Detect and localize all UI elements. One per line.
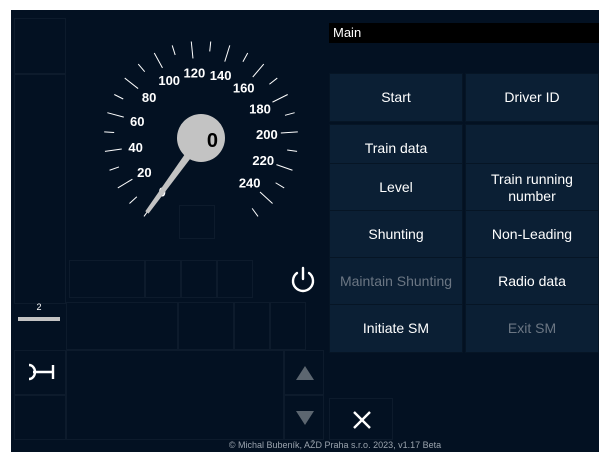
- speed-major-tick: [259, 191, 273, 204]
- scroll-down-button[interactable]: [284, 395, 324, 440]
- speed-major-tick: [117, 178, 133, 189]
- current-speed-value: 0: [207, 130, 218, 152]
- speed-major-tick: [124, 77, 139, 89]
- arrow-up-icon: [296, 366, 314, 380]
- speed-label: 220: [252, 153, 274, 168]
- speed-major-tick: [276, 164, 293, 171]
- speed-major-tick: [224, 45, 231, 62]
- speed-label: 60: [130, 114, 144, 129]
- non-leading-button[interactable]: Non-Leading: [465, 210, 599, 259]
- speed-major-tick: [104, 148, 122, 152]
- start-button[interactable]: Start: [329, 73, 463, 122]
- area-a2: [14, 74, 66, 304]
- speed-major-tick: [272, 94, 288, 103]
- speed-label: 20: [137, 165, 151, 180]
- area-a1: [14, 18, 66, 74]
- speed-major-tick: [107, 112, 124, 118]
- area-d-cell-1: [66, 302, 178, 350]
- speed-label: 200: [256, 127, 278, 142]
- speed-minor-tick: [251, 208, 259, 217]
- speed-minor-tick: [287, 149, 298, 152]
- area-d-cell-3: [234, 302, 270, 350]
- speed-major-tick: [252, 63, 265, 78]
- area-c-cell-2: [145, 260, 181, 298]
- speed-minor-tick: [209, 41, 212, 52]
- speed-minor-tick: [114, 94, 124, 100]
- speed-minor-tick: [171, 45, 176, 56]
- speed-major-tick: [153, 52, 163, 69]
- speed-label: 40: [128, 140, 142, 155]
- initiate-sm-button[interactable]: Initiate SM: [329, 304, 463, 353]
- power-icon[interactable]: [288, 265, 318, 295]
- speed-minor-tick: [137, 63, 146, 72]
- area-d-cell-4: [270, 302, 306, 350]
- speed-label: 240: [239, 176, 261, 191]
- speed-minor-tick: [284, 112, 295, 116]
- close-button[interactable]: [329, 398, 393, 440]
- speed-minor-tick: [269, 77, 278, 85]
- distance-bar: [18, 317, 60, 321]
- area-b-cell: [179, 205, 215, 239]
- speed-major-tick: [190, 41, 194, 59]
- text-message-area: [66, 350, 284, 440]
- speed-label: 140: [210, 68, 232, 83]
- radio-data-button[interactable]: Radio data: [465, 257, 599, 306]
- menu-title-bar: Main: [329, 23, 599, 43]
- copyright-footer: © Michal Bubeník, AŽD Praha s.r.o. 2023,…: [228, 440, 442, 450]
- coupler-icon: [28, 363, 55, 381]
- driver-id-button[interactable]: Driver ID: [465, 73, 599, 122]
- speed-minor-tick: [129, 196, 138, 204]
- area-c-cell-3: [181, 260, 217, 298]
- distance-scale-label: 2: [36, 302, 42, 312]
- speed-label: 80: [142, 90, 156, 105]
- coupler-cell: [14, 350, 66, 395]
- speed-major-tick: [280, 131, 298, 134]
- speed-minor-tick: [104, 131, 115, 134]
- speed-minor-tick: [275, 182, 285, 189]
- speed-minor-tick: [242, 52, 249, 63]
- speed-label: 180: [249, 101, 271, 116]
- maintain-shunting-button[interactable]: Maintain Shunting: [329, 257, 463, 306]
- speed-label: 160: [233, 81, 255, 96]
- scroll-up-button[interactable]: [284, 350, 324, 395]
- train-running-number-button[interactable]: Train running number: [465, 163, 599, 212]
- shunting-button[interactable]: Shunting: [329, 210, 463, 259]
- arrow-down-icon: [296, 411, 314, 425]
- level-button[interactable]: Level: [329, 163, 463, 212]
- menu-title: Main: [333, 25, 362, 40]
- area-c-cell-4: [217, 260, 253, 298]
- speed-label: 100: [158, 73, 180, 88]
- area-e-cell: [14, 395, 66, 440]
- speed-label: 120: [184, 65, 206, 80]
- dmi-screen: 020406080100120140160180200220240 0 2: [11, 10, 599, 452]
- speed-minor-tick: [109, 166, 120, 171]
- area-c-cell-1: [69, 260, 145, 298]
- exit-sm-button[interactable]: Exit SM: [465, 304, 599, 353]
- area-d-cell-2: [178, 302, 234, 350]
- close-x-icon: [353, 411, 371, 429]
